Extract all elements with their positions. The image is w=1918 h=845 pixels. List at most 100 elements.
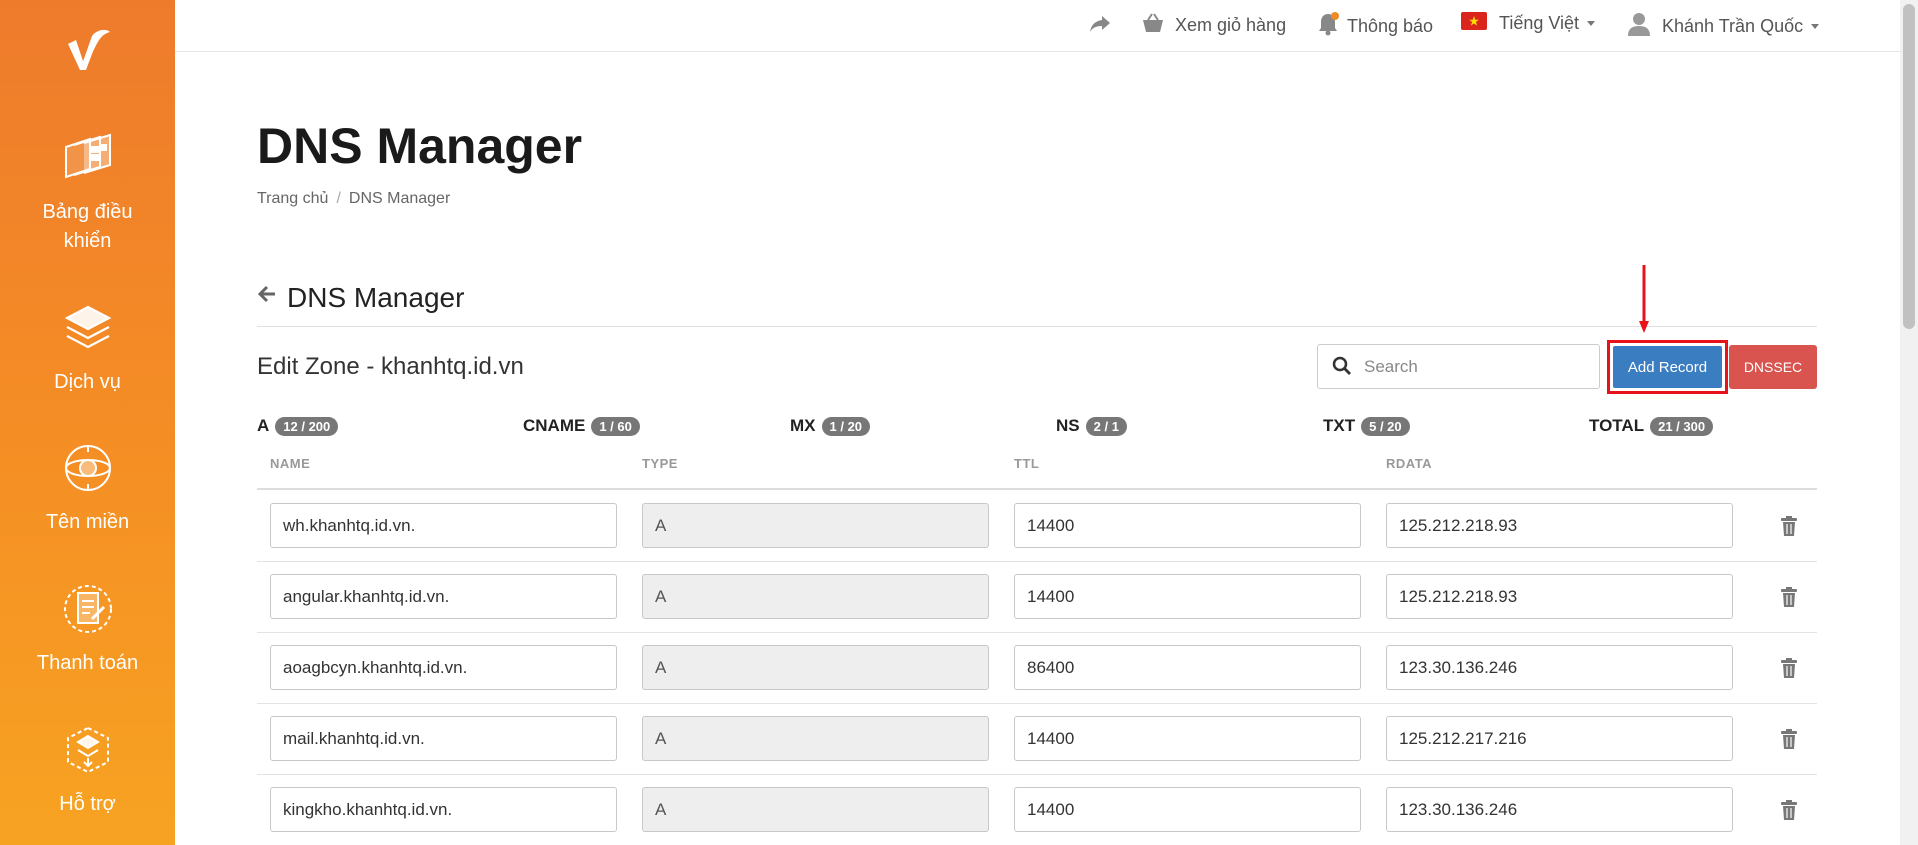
count-label: A [257, 416, 270, 435]
user-icon [1628, 12, 1650, 41]
record-ttl-input[interactable]: 14400 [1014, 716, 1361, 761]
search-input[interactable] [1364, 356, 1584, 377]
trash-icon[interactable] [1780, 658, 1798, 678]
notify-label: Thông báo [1347, 16, 1434, 36]
user-menu[interactable]: Khánh Trần Quốc [1628, 12, 1820, 41]
scrollbar-thumb[interactable] [1903, 4, 1915, 329]
count-label: CNAME [523, 416, 586, 435]
count-badge: 5 / 20 [1361, 416, 1410, 436]
count-mx: MX 1 / 20 [790, 416, 871, 436]
record-rdata-input[interactable]: 125.212.218.93 [1386, 503, 1733, 548]
count-badge: 12 / 200 [275, 416, 339, 436]
search-field[interactable] [1317, 344, 1600, 389]
column-header-rdata: RDATA [1386, 456, 1433, 471]
record-name-input[interactable]: aoagbcyn.khanhtq.id.vn. [270, 645, 617, 690]
record-rdata-input[interactable]: 125.212.218.93 [1386, 574, 1733, 619]
column-header-ttl: TTL [1014, 456, 1040, 471]
cart-label: Xem giỏ hàng [1175, 15, 1287, 35]
count-a: A 12 / 200 [257, 416, 339, 436]
topbar: Xem giỏ hàng Thông báo Tiếng Việt Khánh … [175, 0, 1918, 52]
record-type-input: A [642, 716, 989, 761]
sidebar-item-services[interactable]: Dịch vụ [0, 298, 175, 397]
record-type-input: A [642, 645, 989, 690]
trash-icon[interactable] [1780, 587, 1798, 607]
breadcrumb-separator: / [336, 190, 341, 207]
breadcrumb: Trang chủ / DNS Manager [257, 190, 450, 208]
table-row: angular.khanhtq.id.vn. A 14400 125.212.2… [257, 562, 1817, 633]
count-badge: 1 / 20 [821, 416, 871, 436]
section-header: DNS Manager [257, 282, 1817, 327]
notifications-link[interactable]: Thông báo [1317, 12, 1433, 41]
add-record-button[interactable]: Add Record [1613, 346, 1722, 388]
table-header: NAME TYPE TTL RDATA [257, 452, 1817, 490]
record-name-input[interactable]: kingkho.khanhtq.id.vn. [270, 787, 617, 832]
breadcrumb-current: DNS Manager [348, 190, 451, 207]
share-icon[interactable] [1088, 14, 1112, 34]
vertical-scrollbar[interactable] [1900, 0, 1918, 845]
column-header-name: NAME [270, 456, 311, 471]
record-ttl-input[interactable]: 14400 [1014, 787, 1361, 832]
basket-icon [1141, 12, 1165, 39]
bell-icon [1317, 12, 1339, 41]
sidebar-item-support[interactable]: Hỗ trợ [0, 720, 175, 819]
record-name-input[interactable]: angular.khanhtq.id.vn. [270, 574, 617, 619]
trash-icon[interactable] [1780, 516, 1798, 536]
record-name-input[interactable]: mail.khanhtq.id.vn. [270, 716, 617, 761]
table-row: mail.khanhtq.id.vn. A 14400 125.212.217.… [257, 704, 1817, 775]
sidebar-item-billing[interactable]: Thanh toán [0, 579, 175, 678]
count-label: TXT [1323, 416, 1356, 435]
record-type-input: A [642, 787, 989, 832]
record-ttl-input[interactable]: 14400 [1014, 503, 1361, 548]
back-arrow-icon[interactable] [257, 284, 277, 310]
table-row: kingkho.khanhtq.id.vn. A 14400 123.30.13… [257, 775, 1817, 845]
column-header-type: TYPE [642, 456, 678, 471]
record-type-input: A [642, 574, 989, 619]
count-badge: 21 / 300 [1650, 416, 1714, 436]
count-badge: 1 / 60 [591, 416, 640, 436]
table-row: aoagbcyn.khanhtq.id.vn. A 86400 123.30.1… [257, 633, 1817, 704]
count-label: NS [1056, 416, 1080, 435]
record-rdata-input[interactable]: 123.30.136.246 [1386, 645, 1733, 690]
logo-icon[interactable] [58, 22, 118, 82]
search-icon [1332, 356, 1354, 378]
cart-link[interactable]: Xem giỏ hàng [1141, 12, 1286, 39]
record-type-input: A [642, 503, 989, 548]
vietnam-flag-icon [1461, 12, 1487, 35]
add-record-highlight: Add Record [1607, 340, 1728, 394]
record-rdata-input[interactable]: 123.30.136.246 [1386, 787, 1733, 832]
count-cname: CNAME 1 / 60 [523, 416, 640, 436]
globe-icon [58, 438, 118, 498]
count-ns: NS 2 / 1 [1056, 416, 1127, 436]
sidebar-item-domains[interactable]: Tên miền [0, 438, 175, 537]
count-total: TOTAL 21 / 300 [1589, 416, 1714, 436]
annotation-arrow-icon [1639, 265, 1649, 333]
invoice-icon [58, 579, 118, 639]
sidebar-item-label: Tên miền [45, 511, 130, 533]
zone-title: Edit Zone - khanhtq.id.vn [257, 353, 524, 380]
layers-icon [58, 298, 118, 358]
record-ttl-input[interactable]: 86400 [1014, 645, 1361, 690]
dashboard-icon [58, 128, 118, 188]
sidebar-item-label: Bảng điều khiển [42, 201, 133, 252]
language-dropdown[interactable]: Tiếng Việt [1461, 12, 1596, 35]
trash-icon[interactable] [1780, 800, 1798, 820]
dnssec-button[interactable]: DNSSEC [1729, 345, 1817, 389]
sidebar-item-label: Thanh toán [36, 652, 139, 674]
user-name: Khánh Trần Quốc [1662, 16, 1804, 36]
record-rdata-input[interactable]: 125.212.217.216 [1386, 716, 1733, 761]
sidebar-item-dashboard[interactable]: Bảng điều khiển [0, 128, 175, 256]
record-name-input[interactable]: wh.khanhtq.id.vn. [270, 503, 617, 548]
breadcrumb-home[interactable]: Trang chủ [257, 190, 328, 208]
chevron-down-icon [1587, 21, 1596, 26]
count-label: TOTAL [1589, 416, 1645, 435]
record-ttl-input[interactable]: 14400 [1014, 574, 1361, 619]
count-label: MX [790, 416, 816, 435]
table-row: wh.khanhtq.id.vn. A 14400 125.212.218.93 [257, 491, 1817, 562]
trash-icon[interactable] [1780, 729, 1798, 749]
support-icon [58, 720, 118, 780]
language-label: Tiếng Việt [1499, 13, 1580, 33]
page-title: DNS Manager [257, 118, 583, 174]
count-txt: TXT 5 / 20 [1323, 416, 1410, 436]
section-title: DNS Manager [287, 282, 465, 313]
sidebar-item-label: Hỗ trợ [59, 793, 116, 815]
